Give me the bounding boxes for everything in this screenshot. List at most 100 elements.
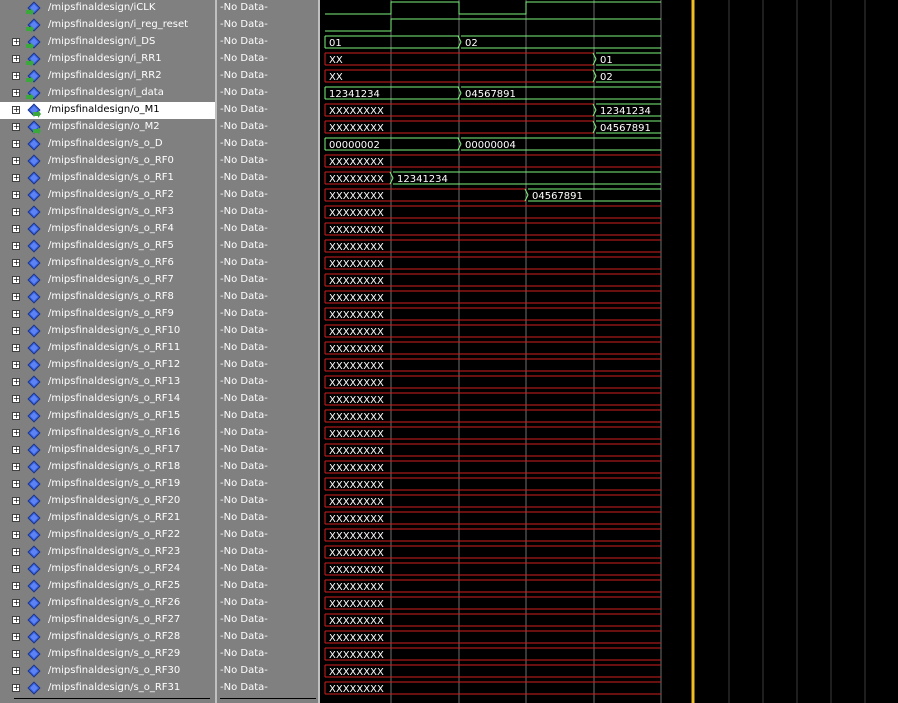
- expand-toggle-icon[interactable]: +: [12, 531, 20, 539]
- expand-toggle-icon[interactable]: +: [12, 327, 20, 335]
- signal-name[interactable]: /mipsfinaldesign/iCLK: [48, 1, 155, 15]
- expand-toggle-icon[interactable]: +: [12, 72, 20, 80]
- signal-row[interactable]: + /mipsfinaldesign/i_RR2: [0, 68, 215, 85]
- signal-row[interactable]: + /mipsfinaldesign/s_o_RF21: [0, 510, 215, 527]
- expand-toggle-icon[interactable]: +: [12, 276, 20, 284]
- signal-row[interactable]: + /mipsfinaldesign/s_o_RF15: [0, 408, 215, 425]
- signal-name[interactable]: /mipsfinaldesign/s_o_RF27: [48, 613, 180, 627]
- signal-row[interactable]: /mipsfinaldesign/i_reg_reset: [0, 17, 215, 34]
- signal-name[interactable]: /mipsfinaldesign/s_o_RF17: [48, 443, 180, 457]
- expand-toggle-icon[interactable]: +: [12, 55, 20, 63]
- expand-toggle-icon[interactable]: +: [12, 429, 20, 437]
- signal-name[interactable]: /mipsfinaldesign/s_o_RF19: [48, 477, 180, 491]
- signal-name[interactable]: /mipsfinaldesign/s_o_RF20: [48, 494, 180, 508]
- signal-row[interactable]: + /mipsfinaldesign/s_o_RF22: [0, 527, 215, 544]
- expand-toggle-icon[interactable]: +: [12, 446, 20, 454]
- signal-name[interactable]: /mipsfinaldesign/s_o_RF0: [48, 154, 174, 168]
- waveform-pane[interactable]: 01 02 XX 01 XX 02 12341234 04567891 XXXXXXXX 1234…: [320, 0, 898, 703]
- expand-toggle-icon[interactable]: +: [12, 378, 20, 386]
- signal-name[interactable]: /mipsfinaldesign/s_o_RF10: [48, 324, 180, 338]
- expand-toggle-icon[interactable]: +: [12, 174, 20, 182]
- signal-row[interactable]: + /mipsfinaldesign/s_o_RF29: [0, 646, 215, 663]
- signal-name[interactable]: /mipsfinaldesign/i_reg_reset: [48, 18, 188, 32]
- expand-toggle-icon[interactable]: +: [12, 106, 20, 114]
- signal-row[interactable]: + /mipsfinaldesign/s_o_RF31: [0, 680, 215, 697]
- expand-toggle-icon[interactable]: +: [12, 412, 20, 420]
- signal-name[interactable]: /mipsfinaldesign/s_o_RF9: [48, 307, 174, 321]
- signal-row[interactable]: + /mipsfinaldesign/s_o_RF16: [0, 425, 215, 442]
- signal-name[interactable]: /mipsfinaldesign/o_M1: [48, 103, 160, 117]
- signal-name[interactable]: /mipsfinaldesign/s_o_RF26: [48, 596, 180, 610]
- expand-toggle-icon[interactable]: +: [12, 242, 20, 250]
- signal-row[interactable]: /mipsfinaldesign/iCLK: [0, 0, 215, 17]
- expand-toggle-icon[interactable]: +: [12, 157, 20, 165]
- expand-toggle-icon[interactable]: +: [12, 344, 20, 352]
- signal-row[interactable]: + /mipsfinaldesign/i_DS: [0, 34, 215, 51]
- expand-toggle-icon[interactable]: +: [12, 582, 20, 590]
- signal-name[interactable]: /mipsfinaldesign/s_o_D: [48, 137, 163, 151]
- signal-row[interactable]: + /mipsfinaldesign/s_o_RF10: [0, 323, 215, 340]
- expand-toggle-icon[interactable]: +: [12, 89, 20, 97]
- signal-row[interactable]: + /mipsfinaldesign/i_data: [0, 85, 215, 102]
- signal-name[interactable]: /mipsfinaldesign/o_M2: [48, 120, 160, 134]
- expand-toggle-icon[interactable]: +: [12, 191, 20, 199]
- expand-toggle-icon[interactable]: +: [12, 38, 20, 46]
- expand-toggle-icon[interactable]: +: [12, 497, 20, 505]
- signal-name[interactable]: /mipsfinaldesign/i_data: [48, 86, 164, 100]
- expand-toggle-icon[interactable]: +: [12, 565, 20, 573]
- signal-name[interactable]: /mipsfinaldesign/s_o_RF6: [48, 256, 174, 270]
- signal-name[interactable]: /mipsfinaldesign/s_o_RF11: [48, 341, 180, 355]
- expand-toggle-icon[interactable]: +: [12, 361, 20, 369]
- expand-toggle-icon[interactable]: +: [12, 310, 20, 318]
- signal-row[interactable]: + /mipsfinaldesign/i_RR1: [0, 51, 215, 68]
- signal-name[interactable]: /mipsfinaldesign/s_o_RF5: [48, 239, 174, 253]
- signal-row[interactable]: + /mipsfinaldesign/s_o_RF4: [0, 221, 215, 238]
- signal-name[interactable]: /mipsfinaldesign/s_o_RF4: [48, 222, 174, 236]
- signal-row[interactable]: + /mipsfinaldesign/s_o_RF3: [0, 204, 215, 221]
- signal-row[interactable]: + /mipsfinaldesign/s_o_RF23: [0, 544, 215, 561]
- signal-row[interactable]: + /mipsfinaldesign/s_o_RF17: [0, 442, 215, 459]
- signal-row[interactable]: + /mipsfinaldesign/s_o_RF7: [0, 272, 215, 289]
- signal-name[interactable]: /mipsfinaldesign/s_o_RF22: [48, 528, 180, 542]
- signal-row[interactable]: + /mipsfinaldesign/s_o_RF20: [0, 493, 215, 510]
- signal-row[interactable]: + /mipsfinaldesign/s_o_D: [0, 136, 215, 153]
- signal-name[interactable]: /mipsfinaldesign/s_o_RF3: [48, 205, 174, 219]
- signal-name[interactable]: /mipsfinaldesign/s_o_RF28: [48, 630, 180, 644]
- expand-toggle-icon[interactable]: +: [12, 633, 20, 641]
- signal-row[interactable]: + /mipsfinaldesign/s_o_RF26: [0, 595, 215, 612]
- waveform-canvas[interactable]: 01 02 XX 01 XX 02 12341234 04567891 XXXXXXXX 1234…: [320, 0, 898, 703]
- expand-toggle-icon[interactable]: +: [12, 667, 20, 675]
- expand-toggle-icon[interactable]: +: [12, 395, 20, 403]
- signal-row[interactable]: + /mipsfinaldesign/s_o_RF8: [0, 289, 215, 306]
- signal-names-pane[interactable]: /mipsfinaldesign/iCLK/mipsfinaldesign/i_…: [0, 0, 215, 703]
- expand-toggle-icon[interactable]: +: [12, 259, 20, 267]
- signal-name[interactable]: /mipsfinaldesign/i_RR1: [48, 52, 162, 66]
- signal-name[interactable]: /mipsfinaldesign/s_o_RF12: [48, 358, 180, 372]
- signal-values-pane[interactable]: -No Data- -No Data- -No Data- -No Data- -No …: [217, 0, 318, 703]
- signal-name[interactable]: /mipsfinaldesign/s_o_RF30: [48, 664, 180, 678]
- signal-name[interactable]: /mipsfinaldesign/s_o_RF18: [48, 460, 180, 474]
- signal-name[interactable]: /mipsfinaldesign/i_RR2: [48, 69, 162, 83]
- signal-name[interactable]: /mipsfinaldesign/s_o_RF2: [48, 188, 174, 202]
- signal-name[interactable]: /mipsfinaldesign/i_DS: [48, 35, 155, 49]
- signal-row[interactable]: + /mipsfinaldesign/s_o_RF12: [0, 357, 215, 374]
- expand-toggle-icon[interactable]: +: [12, 208, 20, 216]
- signal-name[interactable]: /mipsfinaldesign/s_o_RF15: [48, 409, 180, 423]
- expand-toggle-icon[interactable]: +: [12, 480, 20, 488]
- signal-row[interactable]: + /mipsfinaldesign/s_o_RF2: [0, 187, 215, 204]
- signal-row[interactable]: + /mipsfinaldesign/o_M1: [0, 102, 215, 119]
- expand-toggle-icon[interactable]: +: [12, 684, 20, 692]
- signal-name[interactable]: /mipsfinaldesign/s_o_RF23: [48, 545, 180, 559]
- expand-toggle-icon[interactable]: +: [12, 463, 20, 471]
- signal-row[interactable]: + /mipsfinaldesign/s_o_RF24: [0, 561, 215, 578]
- signal-name[interactable]: /mipsfinaldesign/s_o_RF31: [48, 681, 180, 695]
- expand-toggle-icon[interactable]: +: [12, 225, 20, 233]
- signal-row[interactable]: + /mipsfinaldesign/s_o_RF5: [0, 238, 215, 255]
- expand-toggle-icon[interactable]: +: [12, 140, 20, 148]
- expand-toggle-icon[interactable]: +: [12, 650, 20, 658]
- signal-row[interactable]: + /mipsfinaldesign/s_o_RF1: [0, 170, 215, 187]
- expand-toggle-icon[interactable]: +: [12, 548, 20, 556]
- signal-row[interactable]: + /mipsfinaldesign/s_o_RF30: [0, 663, 215, 680]
- signal-row[interactable]: + /mipsfinaldesign/s_o_RF6: [0, 255, 215, 272]
- signal-name[interactable]: /mipsfinaldesign/s_o_RF13: [48, 375, 180, 389]
